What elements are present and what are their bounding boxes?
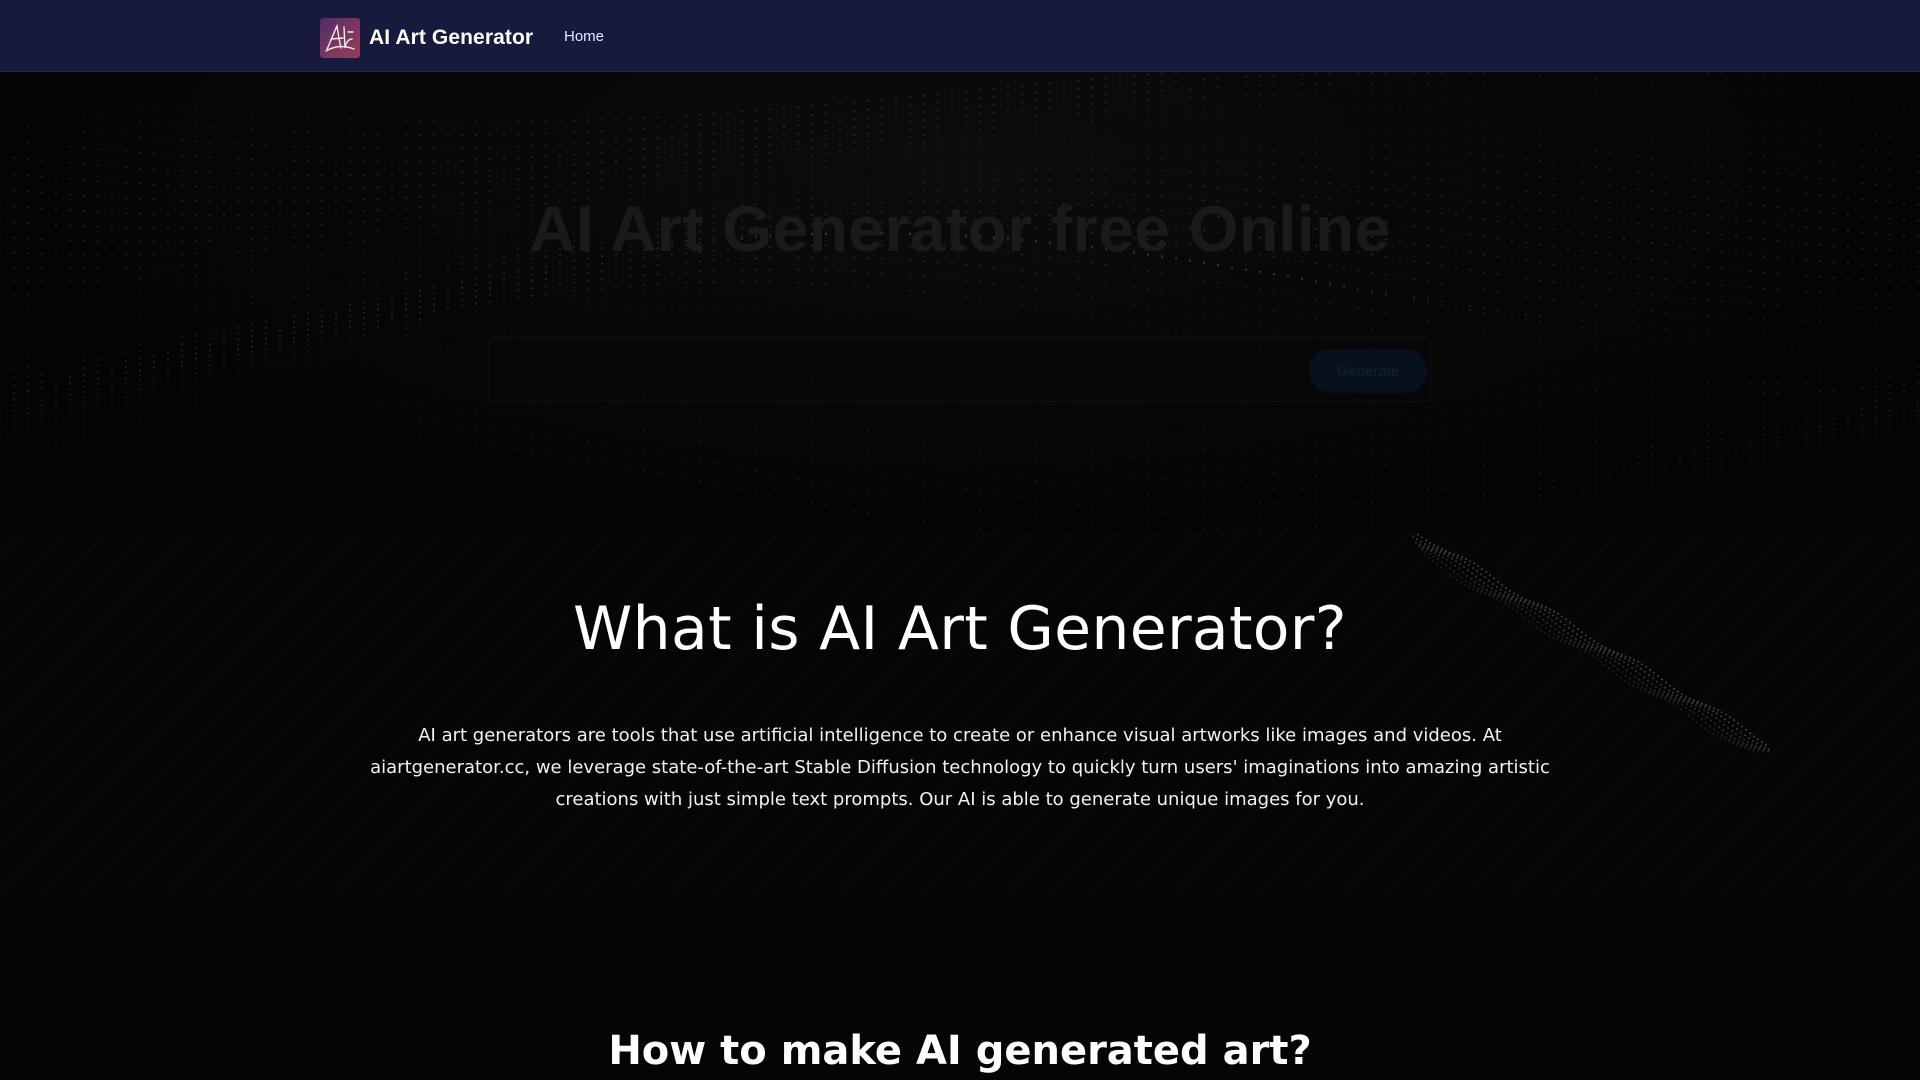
how-to-title: How to make AI generated art? xyxy=(608,1028,1312,1074)
hero-section: AI Art Generator free Online Generate xyxy=(0,72,1920,532)
page: AI Art Generator Home AI Art Generator f… xyxy=(0,0,1920,1080)
prompt-box: Generate xyxy=(488,337,1431,402)
generate-button[interactable]: Generate xyxy=(1309,349,1427,393)
brand-link[interactable]: AI Art Generator xyxy=(320,18,533,58)
hero-title: AI Art Generator free Online xyxy=(529,193,1391,265)
what-is-description: AI art generators are tools that use art… xyxy=(370,725,1550,810)
top-navbar: AI Art Generator Home xyxy=(0,0,1920,72)
brand-name: AI Art Generator xyxy=(369,26,534,49)
particle-wave-background xyxy=(0,72,1919,532)
signature-logo-icon xyxy=(320,18,360,58)
diagonal-lines-background xyxy=(0,532,1920,753)
prompt-input[interactable] xyxy=(505,356,1265,384)
what-is-section: What is AI Art Generator? AI art generat… xyxy=(0,532,1920,892)
what-is-title: What is AI Art Generator? xyxy=(573,594,1347,664)
nav-link-home[interactable]: Home xyxy=(564,28,604,45)
